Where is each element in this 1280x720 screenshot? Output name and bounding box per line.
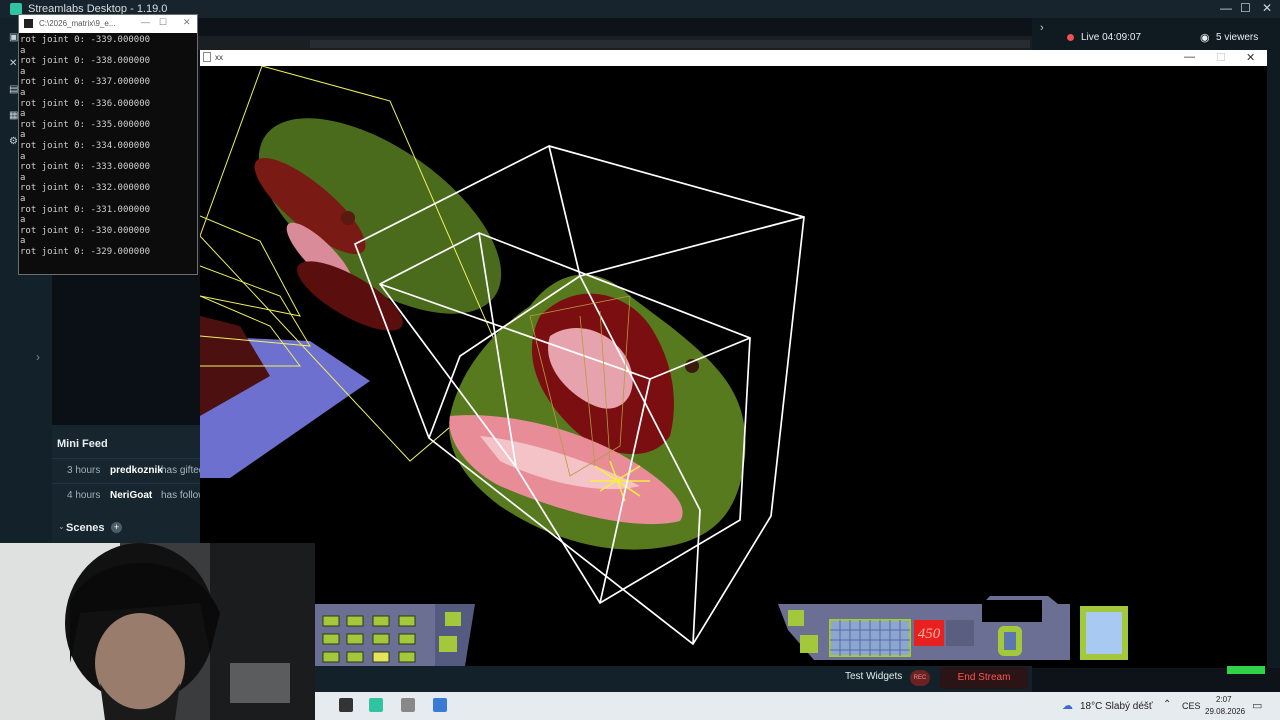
mesh-eye: [341, 211, 355, 225]
console-line: rot joint 0: -338.000000: [20, 56, 151, 67]
app-chrome-icon[interactable]: [339, 698, 353, 712]
webcam-feed: [0, 543, 315, 720]
feed-user[interactable]: predkoznik: [110, 465, 163, 476]
console-line: rot joint 0: -335.000000: [20, 119, 151, 130]
console-output: rot joint 0: -339.000000 a rot joint 0: -3…: [20, 35, 150, 257]
tray-chevron-up-icon[interactable]: ⌃: [1163, 699, 1171, 710]
console-line: a: [20, 109, 26, 120]
console-line: a: [20, 87, 26, 98]
console-line: rot joint 0: -336.000000: [20, 98, 151, 109]
app-streamlabs-icon[interactable]: [369, 698, 383, 712]
console-line: rot joint 0: -337.000000: [20, 77, 151, 88]
clock-time[interactable]: 2:07: [1216, 695, 1232, 704]
chevron-right-icon[interactable]: ›: [1040, 22, 1044, 34]
weather-description[interactable]: Slabý déšť: [1105, 701, 1153, 712]
console-line: rot joint 0: -331.000000: [20, 204, 151, 215]
record-button[interactable]: REC: [910, 670, 930, 686]
audio-meter: [1227, 666, 1265, 674]
app-icon: [203, 52, 211, 62]
feed-action: has gifted: [161, 465, 200, 476]
feed-time: 3 hours: [67, 465, 101, 476]
feed-item: 4 hours NeriGoat has followed: [52, 483, 200, 507]
viewer-count: 5 viewers: [1216, 32, 1259, 43]
webcam-overlay: [0, 543, 315, 720]
console-minimize-button[interactable]: —: [141, 17, 150, 27]
viewport-close-button[interactable]: ✕: [1246, 51, 1255, 64]
console-line: a: [20, 172, 26, 183]
viewport-minimize-button[interactable]: —: [1184, 51, 1195, 63]
console-line: rot joint 0: -339.000000: [20, 35, 151, 45]
live-timer: Live 04:09:07: [1081, 32, 1142, 43]
feed-item: 3 hours predkoznik has gifted: [52, 458, 200, 482]
feed-action: has followed: [161, 490, 200, 501]
console-maximize-button[interactable]: ☐: [159, 17, 167, 28]
background-window-strip: [310, 40, 1030, 48]
scenes-header: Scenes: [66, 522, 105, 534]
end-stream-button[interactable]: End Stream: [940, 667, 1028, 689]
close-button[interactable]: ✕: [1262, 1, 1272, 15]
console-line: rot joint 0: -329.000000: [20, 246, 151, 257]
clock-date[interactable]: 29.08.2026: [1205, 707, 1245, 716]
add-scene-icon[interactable]: +: [111, 522, 122, 533]
render-viewport[interactable]: [200, 66, 1267, 668]
app-window-icon[interactable]: [433, 698, 447, 712]
3d-scene: [200, 66, 805, 646]
weather-temperature[interactable]: 18°C: [1080, 701, 1102, 712]
chevron-right-icon[interactable]: ›: [36, 350, 40, 364]
console-line: a: [20, 45, 26, 56]
console-line: a: [20, 66, 26, 77]
console-window[interactable]: C:\2026_matrix\9_e... — ☐ ✕ rot joint 0:…: [18, 14, 198, 275]
eye-icon: ◉: [1200, 32, 1210, 44]
console-line: rot joint 0: -330.000000: [20, 225, 151, 236]
console-line: a: [20, 236, 26, 247]
console-close-button[interactable]: ✕: [183, 17, 191, 28]
console-line: a: [20, 193, 26, 204]
app-window-icon[interactable]: [401, 698, 415, 712]
console-title: C:\2026_matrix\9_e...: [39, 19, 116, 28]
test-widgets-button[interactable]: Test Widgets: [845, 671, 902, 682]
console-titlebar: C:\2026_matrix\9_e... — ☐ ✕: [19, 15, 197, 33]
hud-left-panel: [315, 604, 475, 666]
live-indicator-icon: [1067, 34, 1074, 41]
console-line: rot joint 0: -334.000000: [20, 140, 151, 151]
weather-icon: ☁: [1062, 700, 1073, 712]
console-line: a: [20, 151, 26, 162]
mini-feed-title: Mini Feed: [57, 438, 108, 450]
console-line: a: [20, 215, 26, 226]
console-line: rot joint 0: -332.000000: [20, 183, 151, 194]
console-line: a: [20, 130, 26, 141]
hud-score: 450: [918, 626, 941, 642]
side-collapse: ›: [30, 270, 52, 543]
feed-time: 4 hours: [67, 490, 101, 501]
feed-user[interactable]: NeriGoat: [110, 490, 152, 501]
chevron-down-icon[interactable]: ⌄: [58, 522, 65, 531]
mini-feed: Mini Feed 3 hours predkoznik has gifted …: [52, 425, 200, 543]
viewport-title: xx: [215, 53, 223, 62]
minimize-button[interactable]: —: [1220, 1, 1232, 15]
input-language[interactable]: CES: [1182, 701, 1201, 711]
preview-area: [52, 270, 200, 425]
notifications-icon[interactable]: ▭: [1252, 699, 1262, 712]
console-icon: [24, 19, 33, 28]
viewport-maximize-button[interactable]: ☐: [1216, 51, 1226, 64]
maximize-button[interactable]: ☐: [1240, 1, 1251, 15]
viewport-titlebar: xx — ☐ ✕: [200, 50, 1267, 66]
hud-right-panel: 450: [778, 596, 1128, 660]
console-line: rot joint 0: -333.000000: [20, 162, 151, 173]
